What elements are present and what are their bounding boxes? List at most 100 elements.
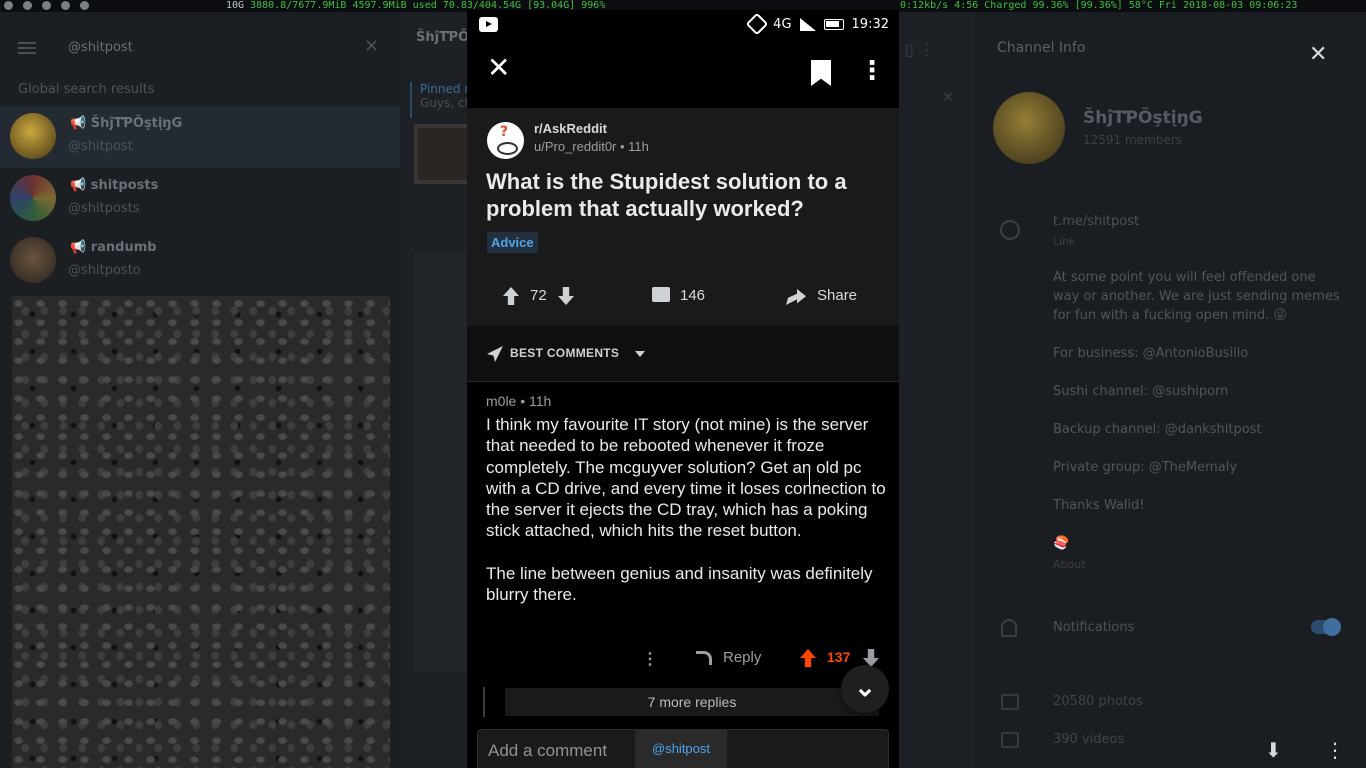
data-saver-icon — [745, 12, 769, 36]
workspace-icon[interactable] — [80, 1, 89, 10]
message-bubble — [414, 252, 470, 672]
megaphone-icon: 📢 — [70, 178, 91, 193]
comment-paragraph: I think my favourite IT story (not mine)… — [486, 415, 886, 541]
double-chevron-down-icon: ⌄ — [854, 672, 876, 702]
signal-icon — [799, 17, 816, 31]
workspace-indicators — [0, 0, 95, 12]
result-name: ŠhĵTƤÕştįŋǤ — [90, 116, 183, 131]
thread-line — [483, 687, 485, 717]
search-bar: @shitpost ✕ — [0, 32, 400, 64]
subreddit-icon[interactable] — [487, 122, 524, 159]
vote-count: 72 — [530, 287, 547, 304]
sort-label[interactable]: BEST COMMENTS — [510, 346, 619, 360]
channel-description: At some point you will feel offended one… — [1053, 270, 1340, 551]
channel-name: ŠhĵTƤÕştįŋǤ — [1083, 108, 1203, 128]
upvote-icon[interactable] — [503, 287, 519, 305]
battery-icon — [823, 18, 844, 30]
menu-icon[interactable] — [18, 42, 36, 54]
comment-sort-bar[interactable]: BEST COMMENTS — [467, 326, 899, 382]
photo-icon — [1001, 694, 1019, 710]
phone-status-bar: 4G 19:32 — [467, 10, 899, 40]
scroll-next-comment-button[interactable]: ⌄ — [841, 665, 889, 713]
comment-more-icon[interactable]: ⋮ — [642, 649, 658, 669]
phone-clock: 19:32 — [851, 16, 889, 32]
message-image[interactable] — [414, 124, 474, 184]
add-comment-field[interactable]: Add a comment @shitpost — [477, 729, 889, 768]
workspace-icon[interactable] — [42, 1, 51, 10]
upvote-icon[interactable] — [800, 649, 816, 667]
close-pinned-icon[interactable]: ✕ — [942, 90, 954, 106]
mention-suggestion[interactable]: @shitpost — [635, 730, 727, 768]
system-clock: 0:12kb/s 4:56 Charged 99.36% [99.36%] 58… — [900, 0, 1298, 11]
global-search-label: Global search results — [18, 82, 155, 97]
notifications-toggle[interactable] — [1311, 618, 1341, 636]
comment-body: I think my favourite IT story (not mine)… — [486, 414, 891, 626]
workspace-icon[interactable] — [4, 1, 13, 10]
chat-list-panel: @shitpost ✕ Global search results 📢 ŠhĵT… — [0, 12, 400, 768]
youtube-icon — [479, 17, 498, 32]
chevron-down-icon[interactable] — [635, 351, 645, 357]
channel-info-title: Channel Info — [997, 40, 1086, 56]
about-label: About — [1053, 558, 1086, 571]
workspace-icon[interactable] — [61, 1, 70, 10]
post-title: What is the Stupidest solution to a prob… — [486, 169, 847, 221]
search-result-item[interactable]: 📢 shitposts @shitposts — [0, 168, 400, 230]
result-name: randumb — [90, 240, 157, 255]
info-icon — [1000, 220, 1020, 240]
close-icon[interactable]: ✕ — [1309, 42, 1327, 67]
comment-icon[interactable] — [652, 287, 670, 302]
comment-author-meta[interactable]: m0le • 11h — [486, 393, 551, 409]
comment-score: 137 — [827, 649, 851, 665]
subreddit-name[interactable]: r/AskReddit — [534, 121, 607, 136]
search-input[interactable]: @shitpost — [68, 40, 133, 55]
phone-screen: 4G 19:32 ✕ ⋮ r/AskReddit u/Pro_reddit0r … — [467, 10, 899, 768]
bookmark-icon[interactable] — [811, 60, 831, 86]
share-icon[interactable] — [786, 289, 806, 305]
megaphone-icon: 📢 — [70, 116, 91, 131]
notifications-label: Notifications — [1053, 620, 1135, 635]
bell-icon — [1001, 619, 1017, 637]
comment-paragraph: The line between genius and insanity was… — [486, 563, 873, 605]
add-comment-placeholder: Add a comment — [488, 741, 608, 760]
videos-count[interactable]: 390 videos — [1053, 732, 1124, 747]
close-icon[interactable]: ✕ — [487, 54, 510, 82]
result-handle: @shitpost — [68, 139, 133, 154]
megaphone-icon: 📢 — [70, 240, 91, 255]
workspace-icon[interactable] — [23, 1, 32, 10]
result-name: shitposts — [90, 178, 159, 193]
channel-link[interactable]: t.me/shitpost — [1053, 214, 1139, 229]
chat-background-pattern — [12, 296, 390, 768]
network-type: 4G — [773, 16, 792, 32]
comment-count[interactable]: 146 — [680, 287, 705, 304]
reply-icon[interactable] — [696, 651, 712, 665]
avatar — [10, 175, 56, 221]
channel-avatar[interactable] — [993, 92, 1065, 164]
sidebar-toggle-icon[interactable]: ▯ ⋮ — [905, 40, 935, 59]
avatar — [10, 237, 56, 283]
channel-info-panel: Channel Info ✕ ŠhĵTƤÕştįŋǤ 12591 members… — [975, 12, 1366, 768]
post-flair[interactable]: Advice — [487, 232, 538, 253]
search-result-item[interactable]: 📢 ŠhĵTƤÕştįŋǤ @shitpost — [0, 106, 400, 168]
download-icon[interactable]: ⬇ — [1265, 738, 1282, 762]
comment-thread: m0le • 11h I think my favourite IT story… — [467, 383, 899, 768]
downvote-icon[interactable] — [558, 287, 574, 305]
post-toolbar: ✕ ⋮ — [467, 40, 899, 108]
result-handle: @shitposts — [68, 201, 140, 216]
post-author-meta[interactable]: u/Pro_reddit0r • 11h — [534, 139, 649, 154]
result-handle: @shitposto — [68, 263, 141, 278]
avatar — [10, 113, 56, 159]
more-options-icon[interactable]: ⋮ — [859, 58, 885, 84]
reply-button[interactable]: Reply — [723, 649, 761, 666]
member-count: 12591 members — [1083, 133, 1182, 147]
reddit-post: r/AskReddit u/Pro_reddit0r • 11h What is… — [467, 108, 899, 326]
rocket-icon — [487, 346, 503, 362]
channel-link-label: Link — [1053, 235, 1076, 248]
more-replies-button[interactable]: 7 more replies — [505, 688, 879, 716]
clear-search-icon[interactable]: ✕ — [364, 36, 379, 57]
more-options-icon[interactable]: ⋮ — [1325, 738, 1345, 762]
photos-count[interactable]: 20580 photos — [1053, 694, 1143, 709]
post-actions: 72 146 Share — [467, 278, 899, 314]
video-icon — [1001, 732, 1019, 748]
share-button[interactable]: Share — [817, 287, 857, 304]
search-result-item[interactable]: 📢 randumb @shitposto — [0, 230, 400, 292]
